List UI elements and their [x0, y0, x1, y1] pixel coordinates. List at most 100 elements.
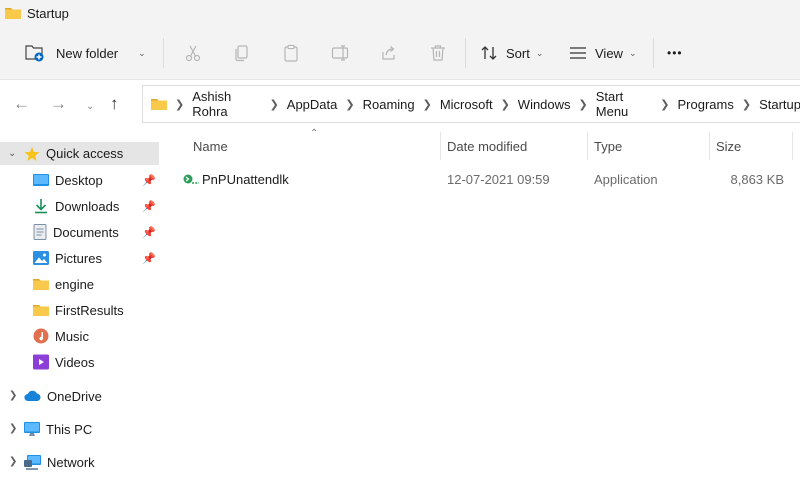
column-header-label: Type [594, 138, 623, 154]
desktop-icon [33, 173, 49, 187]
breadcrumb-item[interactable]: Microsoft [440, 97, 493, 112]
sidebar-item-firstresults[interactable]: FirstResults [0, 298, 160, 322]
chevron-right-icon[interactable]: ❯ [9, 390, 17, 401]
pin-icon[interactable]: 📌 [142, 200, 156, 213]
breadcrumb-item[interactable]: Start Menu [596, 89, 653, 119]
chevron-down-icon: ⌄ [535, 47, 544, 58]
new-folder-icon [24, 43, 46, 63]
address-bar[interactable]: ❯ Ashish Rohra ❯ AppData ❯ Roaming ❯ Mic… [142, 85, 800, 123]
forward-arrow-icon[interactable]: → [50, 94, 67, 114]
delete-icon [429, 44, 447, 62]
downloads-icon [33, 198, 49, 214]
sidebar-item-label: This PC [46, 421, 93, 437]
breadcrumb-separator-icon[interactable]: ❯ [501, 98, 510, 111]
pictures-icon [33, 251, 49, 265]
sidebar-item-quick-access[interactable]: ⌄ Quick access [0, 142, 159, 165]
sidebar-item-label: Videos [55, 354, 95, 370]
sidebar-item-this-pc[interactable]: ❯ This PC [0, 417, 160, 441]
breadcrumb-separator-icon[interactable]: ❯ [270, 98, 279, 111]
rename-button[interactable] [331, 26, 351, 80]
breadcrumb-separator-icon[interactable]: ❯ [175, 98, 184, 111]
column-header-size[interactable]: Size [716, 133, 792, 159]
breadcrumb-separator-icon[interactable]: ❯ [423, 98, 432, 111]
pin-icon[interactable]: 📌 [142, 226, 156, 239]
computer-icon [24, 421, 40, 437]
delete-button[interactable] [429, 26, 447, 80]
documents-icon [33, 224, 47, 240]
sidebar-item-label: OneDrive [47, 388, 102, 404]
breadcrumb-item[interactable]: Roaming [363, 97, 415, 112]
pin-icon[interactable]: 📌 [142, 174, 156, 187]
new-folder-button[interactable]: New folder ⌄ [24, 26, 146, 80]
sidebar-item-label: engine [55, 276, 95, 292]
sidebar-item-network[interactable]: ❯ Network [0, 450, 160, 474]
chevron-right-icon[interactable]: ❯ [9, 423, 17, 434]
share-icon [380, 44, 398, 62]
column-header-date-modified[interactable]: Date modified [447, 133, 587, 159]
window-title: Startup [27, 5, 69, 21]
up-arrow-icon[interactable]: ↑ [110, 94, 119, 114]
column-header-type[interactable]: Type [594, 133, 704, 159]
breadcrumb-separator-icon[interactable]: ❯ [660, 98, 669, 111]
new-folder-label: New folder [56, 45, 119, 61]
file-date-modified: 12-07-2021 09:59 [447, 172, 550, 187]
sidebar-item-label: Network [47, 454, 95, 470]
sidebar-item-label: FirstResults [55, 302, 124, 318]
sidebar-item-desktop[interactable]: Desktop 📌 [0, 168, 160, 192]
view-icon [569, 44, 587, 62]
onedrive-cloud-icon [24, 390, 41, 402]
folder-icon [5, 6, 21, 20]
breadcrumb-separator-icon[interactable]: ❯ [345, 98, 354, 111]
command-bar: New folder ⌄ Sort ⌄ View ⌄ ••• [0, 26, 800, 80]
share-button[interactable] [380, 26, 398, 80]
recent-locations-chevron-icon[interactable]: ⌄ [86, 97, 94, 117]
cut-button[interactable] [184, 26, 202, 80]
column-divider[interactable] [792, 132, 793, 160]
sidebar-item-downloads[interactable]: Downloads 📌 [0, 194, 160, 218]
sidebar-item-videos[interactable]: Videos [0, 350, 160, 374]
view-button[interactable]: View ⌄ [569, 26, 637, 80]
file-name[interactable]: PnPUnattendlk [202, 172, 289, 187]
sidebar-item-onedrive[interactable]: ❯ OneDrive [0, 384, 160, 408]
music-icon [33, 328, 49, 344]
column-header-label: Date modified [447, 138, 528, 154]
copy-icon [233, 44, 251, 62]
cut-icon [184, 44, 202, 62]
sidebar-item-label: Pictures [55, 250, 102, 266]
column-divider[interactable] [440, 132, 441, 160]
breadcrumb-separator-icon[interactable]: ❯ [579, 98, 588, 111]
column-divider[interactable] [587, 132, 588, 160]
paste-button[interactable] [282, 26, 300, 80]
file-type: Application [594, 172, 658, 187]
sidebar-item-label: Documents [53, 224, 119, 240]
breadcrumb-item[interactable]: Startup [759, 97, 800, 112]
column-divider[interactable] [709, 132, 710, 160]
column-header-name[interactable]: Name [193, 133, 438, 159]
sidebar-item-engine[interactable]: engine [0, 272, 160, 296]
breadcrumb-item[interactable]: Windows [518, 97, 571, 112]
more-options-button[interactable]: ••• [667, 26, 683, 80]
sort-button[interactable]: Sort ⌄ [480, 26, 543, 80]
sidebar-item-pictures[interactable]: Pictures 📌 [0, 246, 160, 270]
star-icon [24, 146, 40, 162]
chevron-right-icon[interactable]: ❯ [9, 456, 17, 467]
breadcrumb-item[interactable]: Ashish Rohra [192, 89, 261, 119]
breadcrumb-item[interactable]: AppData [287, 97, 338, 112]
sort-icon [480, 44, 498, 62]
file-row[interactable]: PnPUnattendlk 12-07-2021 09:59 Applicati… [162, 168, 800, 192]
sidebar-item-music[interactable]: Music [0, 324, 160, 348]
videos-icon [33, 354, 49, 370]
copy-button[interactable] [233, 26, 251, 80]
chevron-down-icon[interactable]: ⌄ [8, 148, 16, 159]
chevron-down-icon[interactable]: ⌄ [138, 48, 146, 59]
breadcrumb-item[interactable]: Programs [678, 97, 734, 112]
network-icon [24, 454, 41, 470]
title-bar: Startup [0, 0, 800, 26]
sidebar-item-label: Downloads [55, 198, 120, 214]
breadcrumb-separator-icon[interactable]: ❯ [742, 98, 751, 111]
sidebar-item-documents[interactable]: Documents 📌 [0, 220, 160, 244]
pin-icon[interactable]: 📌 [142, 252, 156, 265]
view-label: View [595, 45, 623, 61]
back-arrow-icon[interactable]: ← [13, 94, 30, 114]
paste-icon [282, 44, 300, 62]
